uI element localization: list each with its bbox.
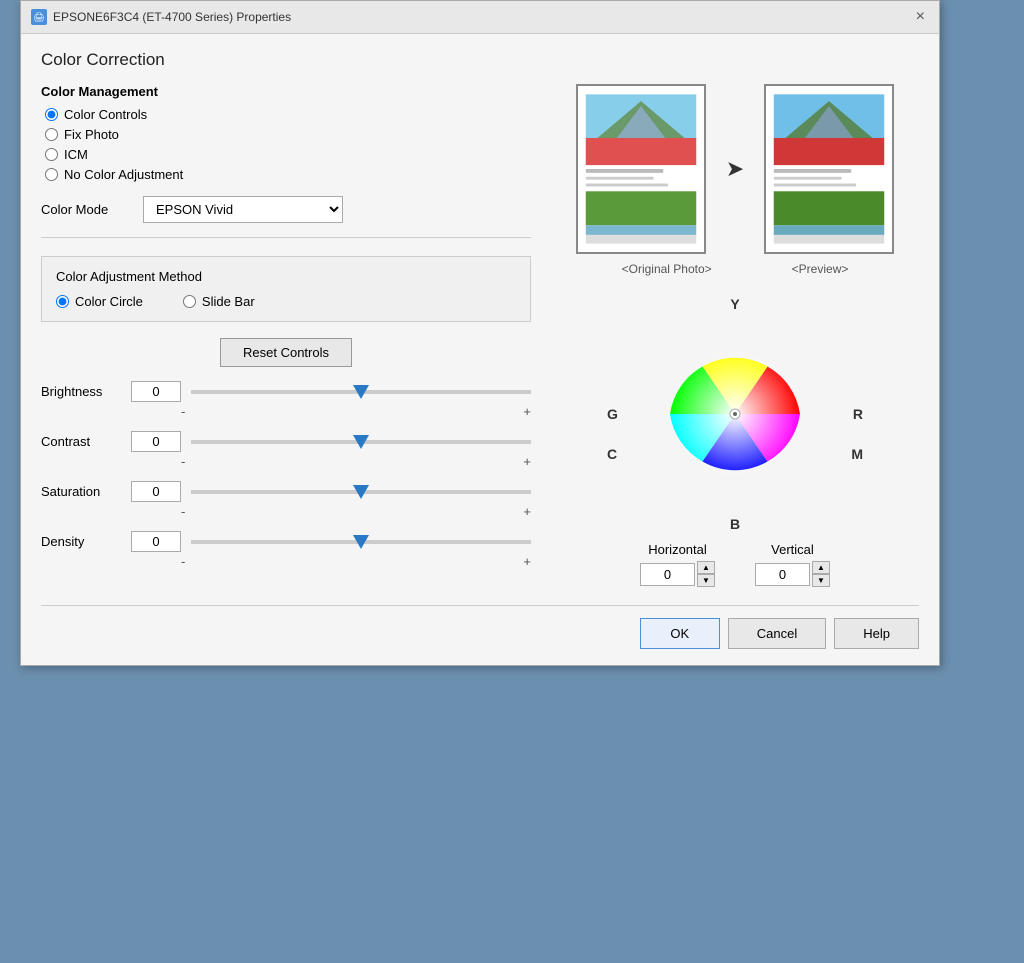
saturation-input[interactable] <box>131 481 181 502</box>
vertical-input[interactable] <box>755 563 810 586</box>
color-mode-label: Color Mode <box>41 202 131 217</box>
preview-labels: <Original Photo> <Preview> <box>622 262 849 276</box>
color-adjustment-method-label: Color Adjustment Method <box>56 269 516 284</box>
vertical-up-button[interactable]: ▲ <box>812 561 830 574</box>
density-slider-track[interactable] <box>191 532 531 552</box>
color-wheel-C-label: C <box>607 446 617 462</box>
brightness-thumb[interactable] <box>353 385 369 399</box>
dialog-content: Color Correction Color Management Color … <box>21 34 939 665</box>
preview-row: ➤ <box>576 84 894 254</box>
saturation-min: - <box>181 504 185 519</box>
color-adjustment-method-section: Color Adjustment Method Color Circle Sli… <box>41 256 531 322</box>
slider-section: Brightness - + <box>41 381 531 569</box>
vertical-down-button[interactable]: ▼ <box>812 574 830 587</box>
color-wheel-section: Y G R C M B <box>551 294 919 587</box>
printer-icon: 🖨 <box>31 9 47 25</box>
density-min: - <box>181 554 185 569</box>
horizontal-input[interactable] <box>640 563 695 586</box>
close-button[interactable]: × <box>912 8 929 26</box>
printer-properties-window: 🖨 EPSONE6F3C4 (ET-4700 Series) Propertie… <box>20 0 940 666</box>
contrast-label: Contrast <box>41 434 121 449</box>
density-row: Density - + <box>41 531 531 569</box>
brightness-row: Brightness - + <box>41 381 531 419</box>
brightness-max: + <box>523 404 531 419</box>
bottom-buttons: OK Cancel Help <box>41 605 919 649</box>
help-button[interactable]: Help <box>834 618 919 649</box>
color-corrected-preview <box>764 84 894 254</box>
contrast-thumb[interactable] <box>353 435 369 449</box>
color-wheel-R-label: R <box>853 406 863 422</box>
density-input[interactable] <box>131 531 181 552</box>
density-thumb[interactable] <box>353 535 369 549</box>
color-wheel-G-label: G <box>607 406 618 422</box>
dialog-title: Color Correction <box>41 50 919 70</box>
horizontal-label: Horizontal <box>648 542 707 557</box>
horizontal-vertical-row: Horizontal ▲ ▼ Vertical <box>640 542 830 587</box>
vertical-group: Vertical ▲ ▼ <box>755 542 830 587</box>
brightness-label: Brightness <box>41 384 121 399</box>
vertical-label: Vertical <box>771 542 814 557</box>
contrast-max: + <box>523 454 531 469</box>
preview-label: <Preview> <box>792 262 849 276</box>
color-wheel-B-label: B <box>730 516 740 532</box>
title-bar: 🖨 EPSONE6F3C4 (ET-4700 Series) Propertie… <box>21 1 939 34</box>
left-panel: Color Management Color Controls Fix Phot… <box>41 84 531 587</box>
right-panel: ➤ <box>551 84 919 587</box>
ok-button[interactable]: OK <box>640 618 720 649</box>
radio-color-controls[interactable]: Color Controls <box>45 107 531 122</box>
radio-fix-photo[interactable]: Fix Photo <box>45 127 531 142</box>
window-title: EPSONE6F3C4 (ET-4700 Series) Properties <box>53 10 291 24</box>
brightness-input[interactable] <box>131 381 181 402</box>
adjustment-radio-row: Color Circle Slide Bar <box>56 294 516 309</box>
density-max: + <box>523 554 531 569</box>
color-mode-select[interactable]: EPSON Vivid Adobe RGB sRGB <box>143 196 343 223</box>
saturation-slider-track[interactable] <box>191 482 531 502</box>
reset-controls-row: Reset Controls <box>41 338 531 367</box>
main-layout: Color Management Color Controls Fix Phot… <box>41 84 919 587</box>
contrast-slider-track[interactable] <box>191 432 531 452</box>
brightness-min: - <box>181 404 185 419</box>
color-management-label: Color Management <box>41 84 531 99</box>
reset-controls-button[interactable]: Reset Controls <box>220 338 352 367</box>
original-photo-preview <box>576 84 706 254</box>
contrast-row: Contrast - + <box>41 431 531 469</box>
density-label: Density <box>41 534 121 549</box>
brightness-slider-track[interactable] <box>191 382 531 402</box>
color-wheel-M-label: M <box>851 446 863 462</box>
horizontal-group: Horizontal ▲ ▼ <box>640 542 715 587</box>
horizontal-up-button[interactable]: ▲ <box>697 561 715 574</box>
radio-icm[interactable]: ICM <box>45 147 531 162</box>
saturation-max: + <box>523 504 531 519</box>
radio-color-circle[interactable]: Color Circle <box>56 294 143 309</box>
contrast-min: - <box>181 454 185 469</box>
color-wheel-Y-label: Y <box>730 296 739 312</box>
original-photo-label: <Original Photo> <box>622 262 712 276</box>
horizontal-spinner[interactable]: ▲ ▼ <box>697 561 715 587</box>
color-wheel-container[interactable]: Y G R C M B <box>605 294 865 534</box>
color-management-radio-group: Color Controls Fix Photo ICM No Color Ad… <box>45 107 531 182</box>
horizontal-down-button[interactable]: ▼ <box>697 574 715 587</box>
radio-no-color-adjustment[interactable]: No Color Adjustment <box>45 167 531 182</box>
saturation-thumb[interactable] <box>353 485 369 499</box>
vertical-spinner[interactable]: ▲ ▼ <box>812 561 830 587</box>
saturation-row: Saturation - + <box>41 481 531 519</box>
saturation-label: Saturation <box>41 484 121 499</box>
radio-slide-bar[interactable]: Slide Bar <box>183 294 255 309</box>
color-mode-row: Color Mode EPSON Vivid Adobe RGB sRGB <box>41 196 531 238</box>
preview-arrow-icon: ➤ <box>726 156 744 182</box>
contrast-input[interactable] <box>131 431 181 452</box>
cancel-button[interactable]: Cancel <box>728 618 826 649</box>
